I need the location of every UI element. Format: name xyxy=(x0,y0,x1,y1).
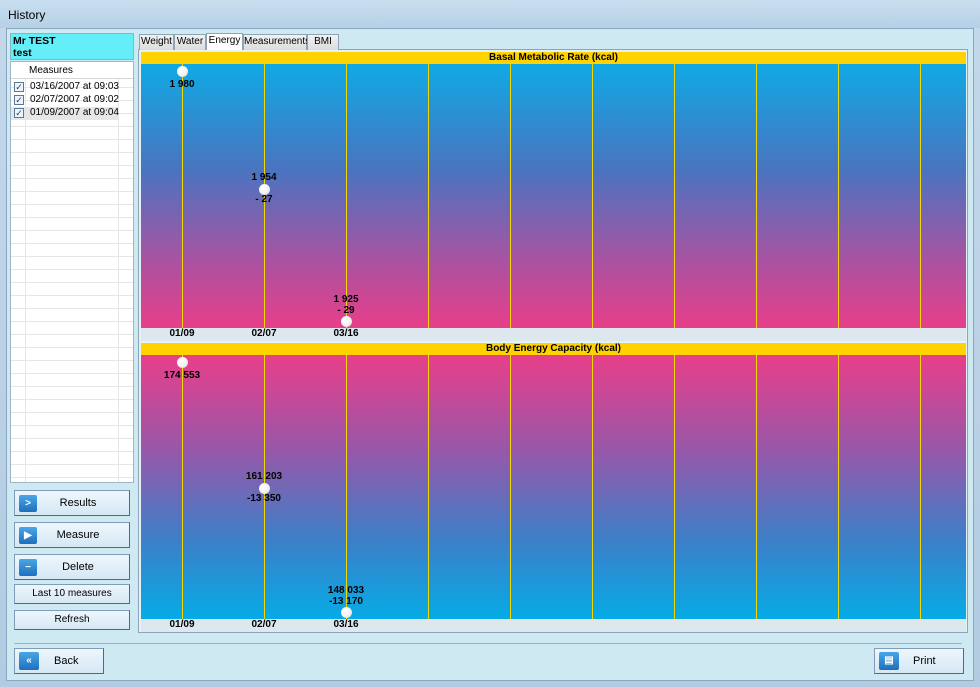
divider xyxy=(14,643,962,644)
checkbox[interactable]: ✓ xyxy=(14,82,24,92)
x-tick-label: 02/07 xyxy=(251,328,277,339)
gridline xyxy=(838,64,839,328)
x-tick-label: 02/07 xyxy=(251,619,277,630)
data-point[interactable] xyxy=(341,316,352,327)
data-label: 1 980 xyxy=(169,79,195,90)
minus-icon: − xyxy=(19,559,37,576)
gridline xyxy=(428,64,429,328)
back-button[interactable]: « Back xyxy=(14,648,104,674)
measure-button[interactable]: ▶ Measure xyxy=(14,522,130,548)
gridline xyxy=(674,64,675,328)
chevron-right-icon: > xyxy=(19,495,37,512)
checkbox[interactable]: ✓ xyxy=(14,95,24,105)
tab-label: Measurements xyxy=(244,36,311,47)
data-label: 1 925- 29 xyxy=(333,294,359,316)
list-item[interactable]: ✓ 03/16/2007 at 09:03 xyxy=(11,81,119,94)
tab-energy[interactable]: Energy xyxy=(206,33,243,50)
plot-area: 1 980 1 954- 27 1 925- 29 xyxy=(141,64,966,328)
gridline xyxy=(592,64,593,328)
last-10-label: Last 10 measures xyxy=(32,588,112,599)
gridline xyxy=(592,355,593,619)
user-box: Mr TEST test xyxy=(10,33,134,60)
title-bar: History xyxy=(0,0,980,28)
results-label: Results xyxy=(59,497,97,509)
tab-weight[interactable]: Weight xyxy=(139,34,174,50)
tab-water[interactable]: Water xyxy=(174,34,206,50)
document-icon: ▤ xyxy=(879,652,899,670)
measures-list[interactable]: Measures ✓ 03/16/2007 at 09:03 ✓ 02/07/2… xyxy=(10,61,134,483)
gridline xyxy=(756,355,757,619)
list-item[interactable]: ✓ 01/09/2007 at 09:04 xyxy=(11,107,119,120)
data-label: 161 203 -13 350 xyxy=(245,470,283,504)
play-icon: ▶ xyxy=(19,527,37,544)
chart-title: Basal Metabolic Rate (kcal) xyxy=(141,52,966,64)
gridline xyxy=(182,355,183,619)
measure-date: 02/07/2007 at 09:02 xyxy=(30,94,119,105)
gridline xyxy=(920,355,921,619)
user-subtitle: test xyxy=(13,47,32,59)
x-axis: 01/09 02/07 03/16 xyxy=(141,328,966,341)
print-label: Print xyxy=(913,655,936,667)
tab-bmi[interactable]: BMI xyxy=(307,34,339,50)
results-button[interactable]: > Results xyxy=(14,490,130,516)
gridline xyxy=(346,64,347,328)
refresh-label: Refresh xyxy=(54,614,90,625)
user-name: Mr TEST xyxy=(13,35,56,47)
data-point[interactable] xyxy=(177,357,188,368)
gridline xyxy=(756,64,757,328)
plot-area: 174 553 161 203 -13 350 148 033 -13 170 xyxy=(141,355,966,619)
gridline xyxy=(182,64,183,328)
data-point[interactable] xyxy=(177,66,188,77)
last-10-measures-button[interactable]: Last 10 measures xyxy=(14,584,130,604)
x-tick-label: 01/09 xyxy=(169,619,195,630)
list-item[interactable]: ✓ 02/07/2007 at 09:02 xyxy=(11,94,119,107)
measures-header-label: Measures xyxy=(29,65,73,76)
x-tick-label: 03/16 xyxy=(333,328,359,339)
gridline xyxy=(510,64,511,328)
print-button[interactable]: ▤ Print xyxy=(874,648,964,674)
measure-date: 01/09/2007 at 09:04 xyxy=(30,107,119,118)
tab-label: BMI xyxy=(314,36,332,47)
gridline xyxy=(920,64,921,328)
gridline xyxy=(428,355,429,619)
window-title: History xyxy=(8,8,46,22)
back-label: Back xyxy=(54,655,79,667)
checkbox[interactable]: ✓ xyxy=(14,108,24,118)
data-point[interactable] xyxy=(341,607,352,618)
tab-label: Water xyxy=(176,36,204,47)
measures-list-header: Measures xyxy=(11,62,133,79)
chart-title: Body Energy Capacity (kcal) xyxy=(141,343,966,355)
gridline xyxy=(674,355,675,619)
data-label: 1 954- 27 xyxy=(251,172,277,206)
delete-button[interactable]: − Delete xyxy=(14,554,130,580)
x-axis: 01/09 02/07 03/16 xyxy=(141,619,966,632)
x-tick-label: 03/16 xyxy=(333,619,359,630)
tab-label: Weight xyxy=(141,36,172,47)
double-chevron-left-icon: « xyxy=(19,652,39,670)
x-tick-label: 01/09 xyxy=(169,328,195,339)
measure-label: Measure xyxy=(56,529,100,541)
gridline xyxy=(510,355,511,619)
data-label: 148 033 -13 170 xyxy=(327,585,365,607)
measure-date: 03/16/2007 at 09:03 xyxy=(30,81,119,92)
tab-label: Energy xyxy=(208,35,241,46)
tab-measurements[interactable]: Measurements xyxy=(243,34,311,50)
data-label: 174 553 xyxy=(163,370,201,381)
delete-label: Delete xyxy=(62,561,94,573)
gridline xyxy=(346,355,347,619)
refresh-button[interactable]: Refresh xyxy=(14,610,130,630)
gridline xyxy=(838,355,839,619)
